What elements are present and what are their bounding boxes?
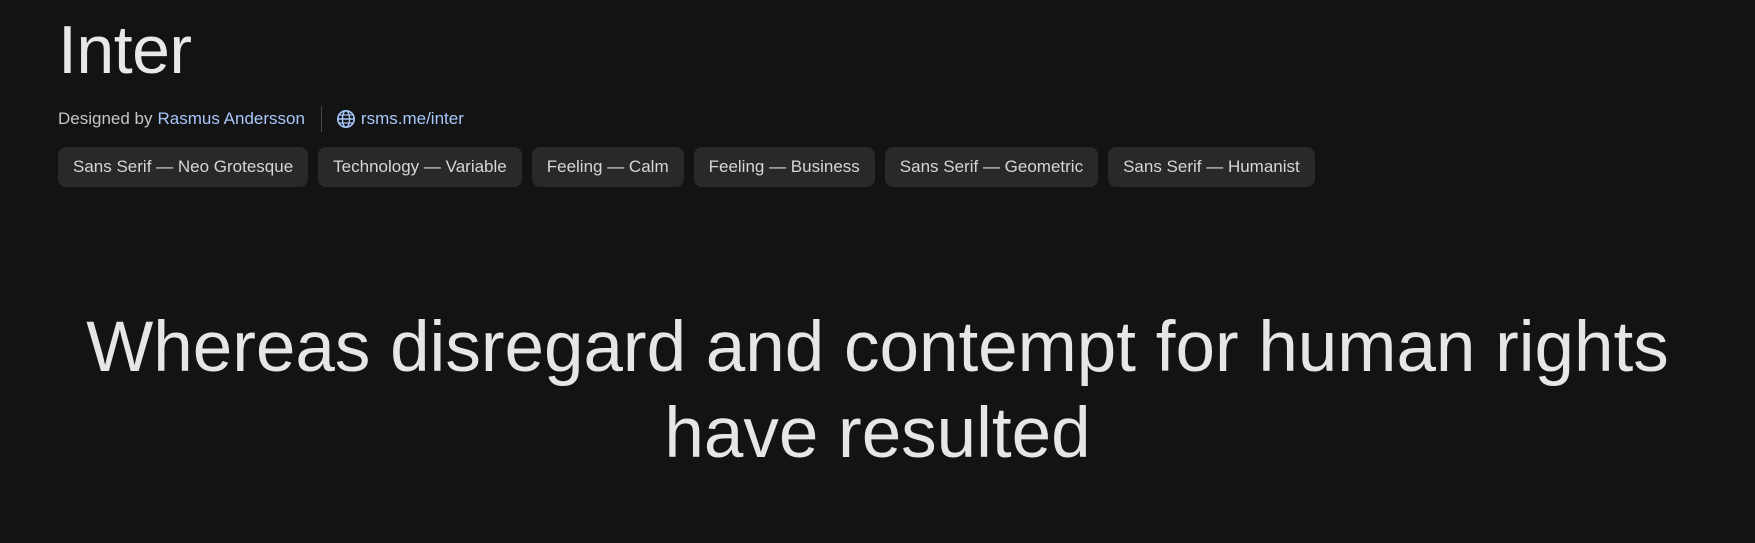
globe-icon (336, 109, 356, 129)
tag-feeling-calm[interactable]: Feeling — Calm (531, 147, 684, 187)
font-header: Inter Designed by Rasmus Andersson rsms.… (58, 0, 1715, 187)
website-link-label: rsms.me/inter (360, 109, 464, 128)
tag-list: Sans Serif — Neo Grotesque Technology — … (58, 147, 1715, 187)
meta-divider (320, 106, 322, 132)
tag-sans-serif-humanist[interactable]: Sans Serif — Humanist (1108, 147, 1315, 187)
sample-text: Whereas disregard and contempt for human… (86, 308, 1669, 473)
tag-sans-serif-neo-grotesque[interactable]: Sans Serif — Neo Grotesque (58, 147, 309, 187)
font-title: Inter (58, 12, 192, 88)
designer-link[interactable]: Rasmus Andersson (158, 109, 305, 129)
website-link[interactable]: rsms.me/inter (336, 109, 464, 129)
designed-by-label: Designed by (58, 109, 153, 128)
tag-sans-serif-geometric[interactable]: Sans Serif — Geometric (884, 147, 1099, 187)
tag-feeling-business[interactable]: Feeling — Business (693, 147, 875, 187)
tag-technology-variable[interactable]: Technology — Variable (318, 147, 522, 187)
font-meta: Designed by Rasmus Andersson rsms.me/int… (58, 106, 1715, 132)
